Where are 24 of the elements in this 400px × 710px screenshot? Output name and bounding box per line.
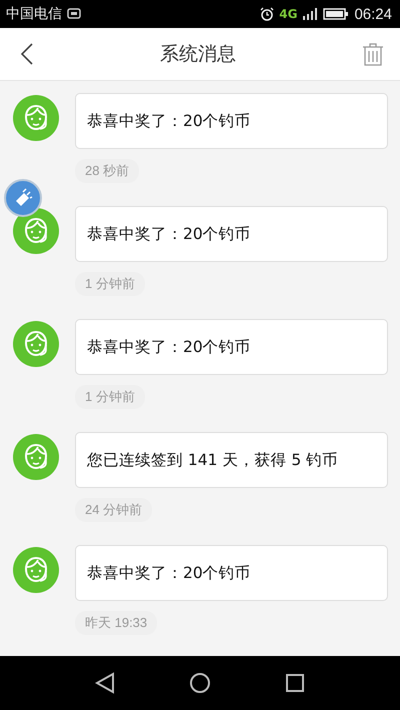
signal-icon [302,7,318,21]
notification-icon [67,8,81,20]
clock-time: 06:24 [354,6,392,22]
avatar-icon [13,547,59,593]
carrier-name: 中国电信 [6,5,62,23]
alarm-icon [260,7,274,21]
message-bubble: 恭喜中奖了：20个钓币 [75,206,388,262]
avatar-icon [13,95,59,141]
message-time: 24 分钟前 [75,498,152,522]
message-bubble: 恭喜中奖了：20个钓币 [75,93,388,149]
avatar-icon [13,321,59,367]
avatar-icon [13,434,59,480]
avatar-icon [13,208,59,254]
message-bubble: 恭喜中奖了：20个钓币 [75,319,388,375]
message-time: 28 秒前 [75,159,140,183]
message-bubble: 恭喜中奖了：20个钓币 [75,545,388,601]
message-time: 1 分钟前 [75,385,145,409]
floating-button[interactable] [4,179,42,217]
battery-icon [323,8,350,20]
page-title: 系统消息 [160,42,236,67]
message-bubble: 您已连续签到 141 天，获得 5 钓币 [75,432,388,488]
message-time: 1 分钟前 [75,272,145,296]
network-type: 4G [279,7,298,21]
message-time: 昨天 19:33 [75,611,158,635]
